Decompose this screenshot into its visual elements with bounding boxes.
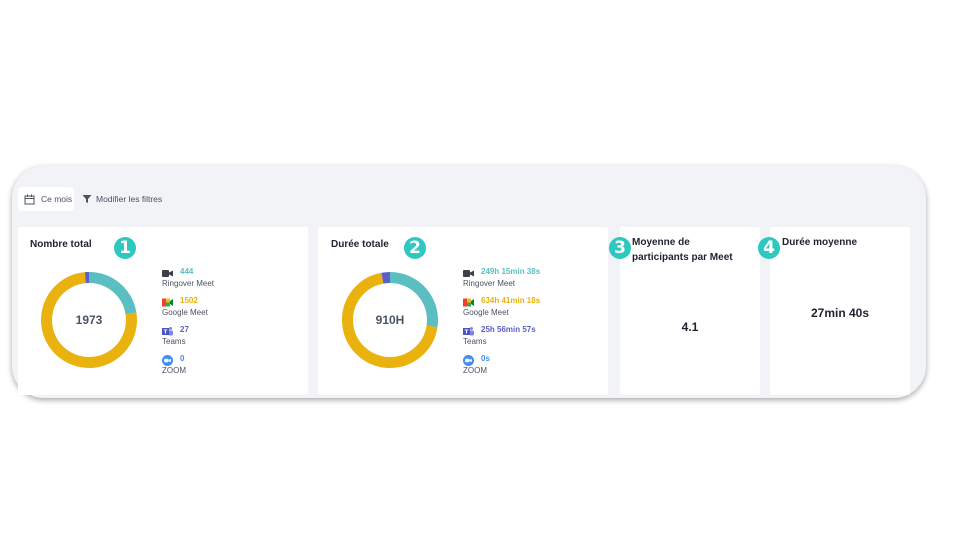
legend-item-zoom: 0 ZOOM [162, 352, 186, 380]
legend-name: Teams [463, 337, 487, 346]
legend-item-teams: T 27 Teams [162, 323, 189, 351]
card-avg-duration-title: Durée moyenne [782, 237, 858, 248]
period-label: Ce mois [41, 194, 73, 204]
teams-icon: T [463, 324, 474, 335]
svg-text:T: T [465, 329, 469, 335]
legend-item-google-meet: 634h 41min 18s Google Meet [463, 294, 540, 322]
legend-value: 25h 56min 57s [481, 324, 536, 334]
duration-donut-center: 910H [375, 313, 405, 327]
legend-item-google-meet: 1502 Google Meet [162, 294, 208, 322]
legend-item-ringover: 444 Ringover Meet [162, 265, 214, 293]
legend-item-ringover: 249h 15min 38s Ringover Meet [463, 265, 540, 293]
calendar-icon [24, 194, 35, 204]
legend-name: ZOOM [463, 366, 487, 375]
legend-name: Google Meet [463, 308, 509, 317]
zoom-icon [463, 353, 474, 366]
video-camera-icon [463, 266, 474, 277]
badge-3: 3 [609, 237, 631, 259]
legend-value: 249h 15min 38s [481, 266, 541, 276]
period-filter-button[interactable]: Ce mois [18, 187, 74, 211]
legend-name: ZOOM [162, 366, 186, 375]
legend-value: 27 [180, 324, 189, 334]
total-donut-center: 1973 [75, 313, 103, 327]
avg-duration-value: 27min 40s [810, 306, 870, 320]
legend-name: Ringover Meet [463, 279, 516, 288]
zoom-icon [162, 353, 173, 366]
slice-ringover [88, 272, 137, 315]
legend-item-zoom: 0s ZOOM [463, 352, 490, 380]
legend-value: 0 [180, 353, 185, 363]
legend-value: 0s [481, 353, 490, 363]
legend-value: 634h 41min 18s [481, 295, 541, 305]
google-meet-icon [162, 295, 173, 306]
avg-participants-value: 4.1 [681, 320, 699, 334]
badge-2: 2 [404, 237, 426, 259]
badge-4: 4 [758, 237, 780, 259]
badge-1: 1 [114, 237, 136, 259]
svg-text:T: T [164, 329, 168, 335]
video-camera-icon [162, 266, 173, 277]
filter-icon [82, 195, 92, 203]
legend-value: 444 [180, 266, 194, 276]
legend-name: Teams [162, 337, 186, 346]
modify-filters-button[interactable]: Modifier les filtres [82, 187, 162, 211]
legend-value: 1502 [180, 295, 198, 305]
slice-teams [381, 272, 391, 284]
card-duration-title: Durée totale [331, 239, 389, 250]
legend-name: Ringover Meet [162, 279, 215, 288]
card-participants-title-line2: participants par Meet [632, 252, 733, 263]
card-participants-title-line1: Moyenne de [632, 237, 690, 248]
legend-name: Google Meet [162, 308, 208, 317]
legend-item-teams: T 25h 56min 57s Teams [463, 323, 536, 351]
teams-icon: T [162, 324, 173, 335]
google-meet-icon [463, 295, 474, 306]
card-total-title: Nombre total [30, 239, 92, 250]
filter-label: Modifier les filtres [96, 194, 163, 204]
